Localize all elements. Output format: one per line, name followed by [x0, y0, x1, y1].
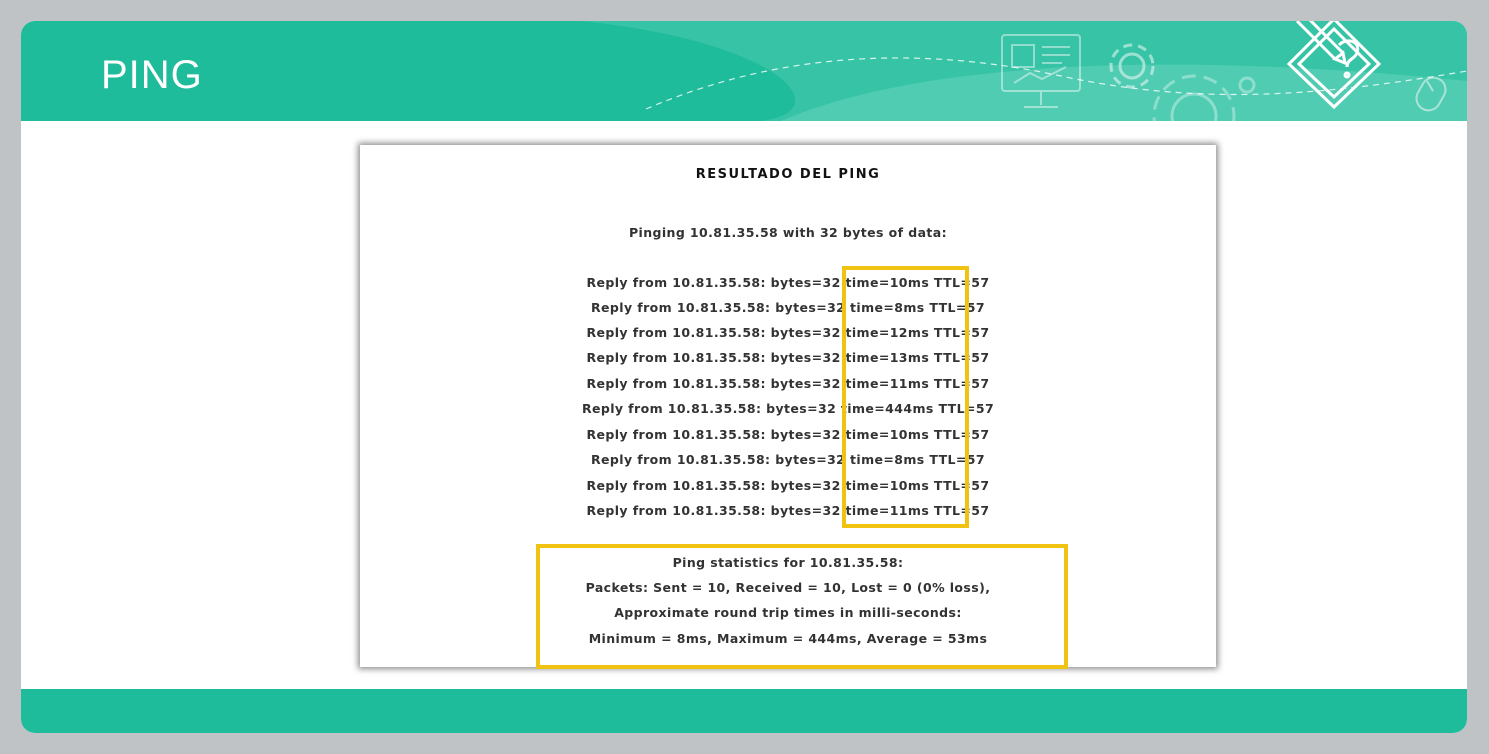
statistics-highlight: [536, 544, 1068, 669]
mouse-icon: [1415, 76, 1447, 112]
page-title: PING: [101, 53, 203, 97]
reply-line: Reply from 10.81.35.58: bytes=32 time=10…: [586, 427, 990, 442]
reply-line: Reply from 10.81.35.58: bytes=32 time=8m…: [591, 452, 985, 467]
reply-line: Reply from 10.81.35.58: bytes=32 time=10…: [586, 275, 990, 290]
pencil-question-icon: [1286, 21, 1382, 110]
slide-header: PING: [21, 21, 1467, 121]
presentation-board-icon: [1001, 34, 1081, 108]
reply-line: Reply from 10.81.35.58: bytes=32 time=44…: [581, 401, 995, 416]
time-column-highlight: [842, 266, 969, 528]
gear-large-icon: [1152, 74, 1256, 121]
reply-line: Reply from 10.81.35.58: bytes=32 time=8m…: [591, 300, 985, 315]
reply-line: Reply from 10.81.35.58: bytes=32 time=13…: [586, 350, 990, 365]
pinging-line: Pinging 10.81.35.58 with 32 bytes of dat…: [628, 225, 948, 240]
slide: PING RESULTADO DEL PING Pinging 10.81.35…: [21, 21, 1467, 733]
reply-line: Reply from 10.81.35.58: bytes=32 time=10…: [586, 478, 990, 493]
reply-line: Reply from 10.81.35.58: bytes=32 time=11…: [586, 503, 990, 518]
result-title: RESULTADO DEL PING: [695, 167, 881, 182]
reply-line: Reply from 10.81.35.58: bytes=32 time=12…: [586, 325, 990, 340]
reply-line: Reply from 10.81.35.58: bytes=32 time=11…: [586, 376, 990, 391]
slide-footer: [21, 689, 1467, 733]
